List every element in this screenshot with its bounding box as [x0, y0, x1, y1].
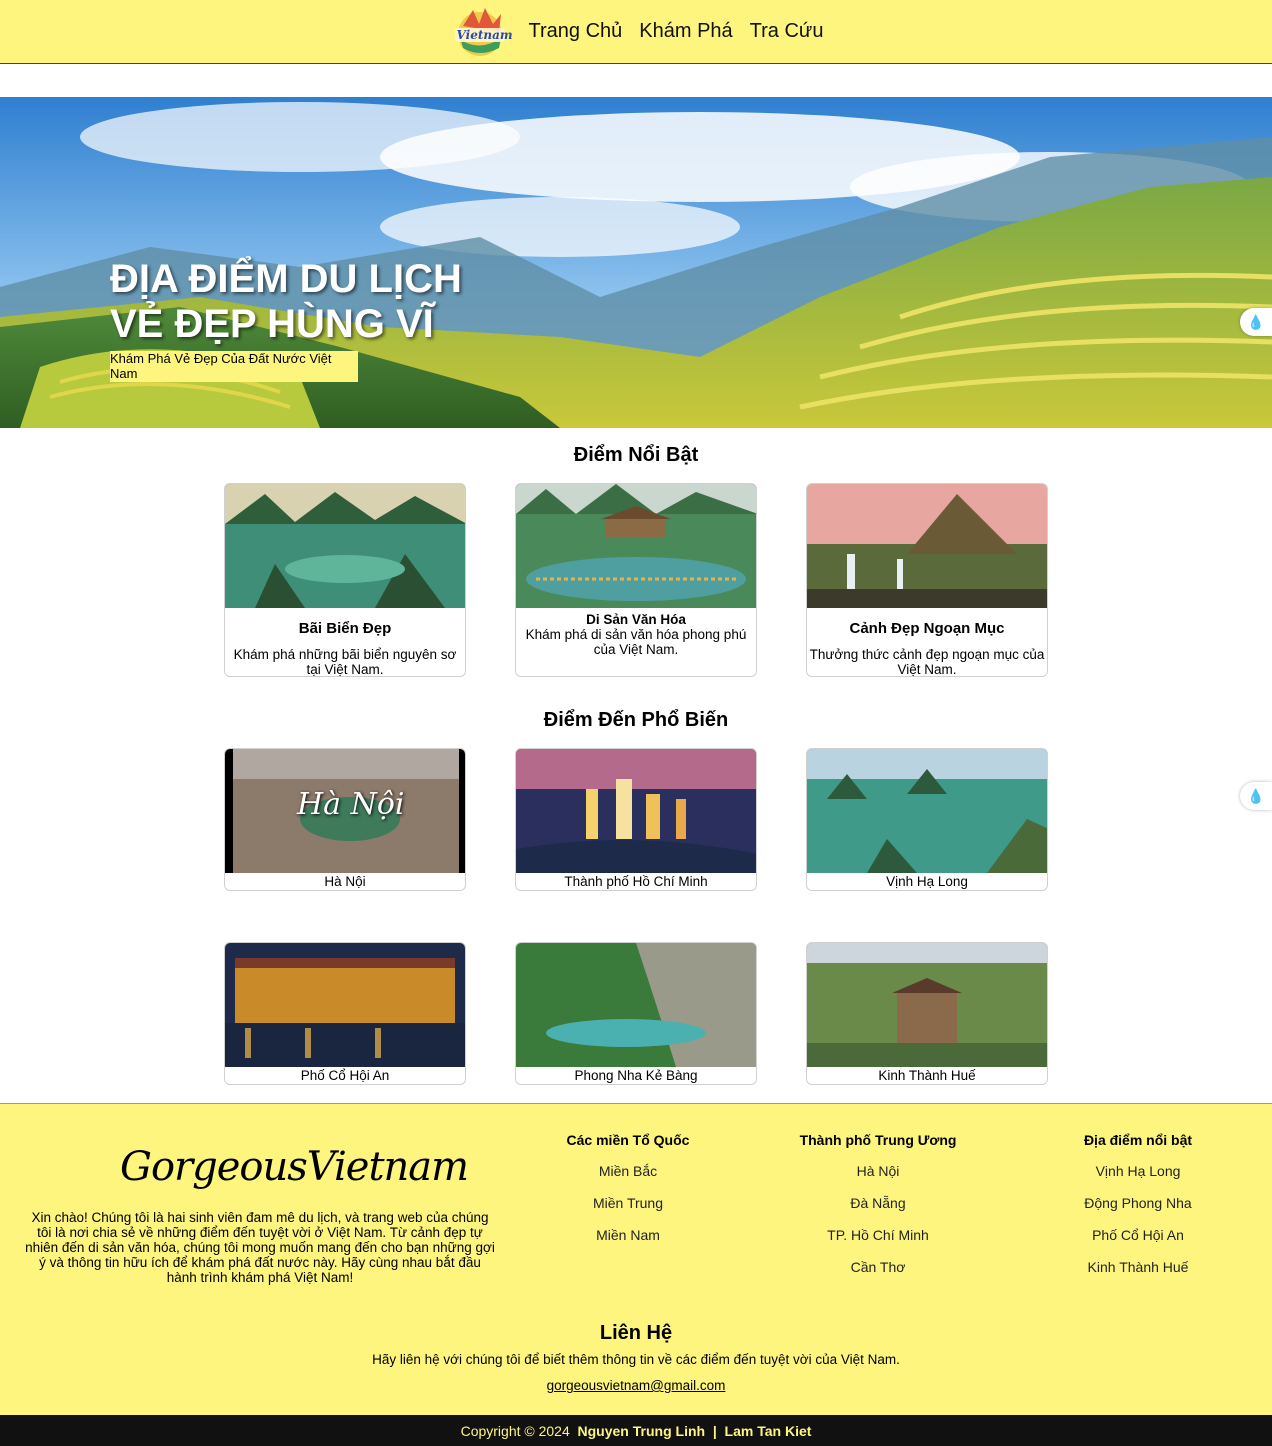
site-footer: GorgeousVietnam Xin chào! Chúng tôi là h… — [0, 1103, 1272, 1415]
destination-name: Hà Nội — [324, 874, 366, 889]
footer-link[interactable]: Cần Thơ — [778, 1259, 978, 1276]
footer-column-cities: Thành phố Trung Ương Hà Nội Đà Nẵng TP. … — [778, 1132, 978, 1291]
destination-card-halong[interactable]: Vịnh Hạ Long — [806, 748, 1048, 891]
card-image — [225, 484, 465, 608]
nav-lookup[interactable]: Tra Cứu — [750, 20, 824, 43]
card-description: Khám phá những bãi biển nguyên sơ tại Vi… — [233, 647, 457, 677]
destination-name: Vịnh Hạ Long — [886, 874, 968, 889]
card-image — [225, 943, 465, 1067]
footer-link[interactable]: Đà Nẵng — [778, 1195, 978, 1212]
card-image — [516, 943, 756, 1067]
footer-link[interactable]: Vịnh Hạ Long — [1038, 1163, 1238, 1180]
footer-link[interactable]: Miền Bắc — [528, 1163, 728, 1180]
card-image — [807, 484, 1047, 608]
hanoi-overlay-text: Hà Nội — [297, 787, 405, 822]
card-title: Cảnh Đẹp Ngoạn Mục — [849, 620, 1005, 637]
main-nav: Trang Chủ Khám Phá Tra Cứu — [529, 20, 824, 43]
card-description: Khám phá di sản văn hóa phong phú của Vi… — [525, 627, 747, 657]
droplet-sparkle-icon[interactable]: 💧 — [1240, 782, 1272, 810]
author-1: Nguyen Trung Linh — [577, 1422, 706, 1439]
highlight-card-heritage[interactable]: Di Sản Văn Hóa Khám phá di sản văn hóa p… — [515, 483, 757, 677]
author-2: Lam Tan Kiet — [724, 1422, 812, 1439]
destination-card-hcmc[interactable]: Thành phố Hồ Chí Minh — [515, 748, 757, 891]
footer-about: Xin chào! Chúng tôi là hai sinh viên đam… — [25, 1210, 495, 1285]
hero-banner: ĐỊA ĐIỂM DU LỊCH VẺ ĐẸP HÙNG VĨ Khám Phá… — [0, 97, 1272, 428]
card-description: Thưởng thức cảnh đẹp ngoạn mục của Việt … — [809, 647, 1045, 677]
site-header: Vietnam Trang Chủ Khám Phá Tra Cứu — [0, 0, 1272, 64]
footer-column-highlights: Địa điểm nổi bật Vịnh Hạ Long Động Phong… — [1038, 1132, 1238, 1291]
hero-title-line2: VẺ ĐẸP HÙNG VĨ — [110, 302, 434, 346]
footer-link[interactable]: Động Phong Nha — [1038, 1195, 1238, 1212]
site-logo[interactable]: Vietnam — [449, 4, 513, 60]
destination-card-hue[interactable]: Kinh Thành Huế — [806, 942, 1048, 1085]
destination-name: Phố Cổ Hội An — [300, 1068, 390, 1083]
destination-card-hanoi[interactable]: Hà Nội Hà Nội — [224, 748, 466, 891]
highlight-card-scenery[interactable]: Cảnh Đẹp Ngoạn Mục Thưởng thức cảnh đẹp … — [806, 483, 1048, 677]
footer-column-title: Các miền Tổ Quốc — [566, 1132, 690, 1148]
card-image — [516, 749, 756, 873]
footer-link[interactable]: Miền Trung — [528, 1195, 728, 1212]
footer-column-title: Thành phố Trung Ương — [799, 1132, 957, 1148]
footer-column-title: Địa điểm nổi bật — [1083, 1132, 1193, 1148]
footer-link[interactable]: Kinh Thành Huế — [1038, 1259, 1238, 1276]
separator: | — [712, 1422, 717, 1439]
card-image — [807, 749, 1047, 873]
contact-email: gorgeousvietnam@gmail.com — [0, 1378, 1272, 1393]
card-image — [516, 484, 756, 608]
footer-link[interactable]: Phố Cổ Hội An — [1038, 1227, 1238, 1244]
copyright-bar: Copyright © 2024 Nguyen Trung Linh | Lam… — [0, 1415, 1272, 1446]
popular-title: Điểm Đến Phổ Biến — [543, 709, 729, 731]
destination-name: Kinh Thành Huế — [878, 1068, 976, 1083]
highlight-card-beach[interactable]: Bãi Biển Đẹp Khám phá những bãi biển ngu… — [224, 483, 466, 677]
logo-text: Vietnam — [456, 27, 513, 42]
hero-title-line1: ĐỊA ĐIỂM DU LỊCH — [110, 257, 462, 301]
destination-card-hoian[interactable]: Phố Cổ Hội An — [224, 942, 466, 1085]
card-title: Bãi Biển Đẹp — [298, 620, 392, 637]
copyright-prefix: Copyright © 2024 — [460, 1422, 570, 1439]
destination-name: Thành phố Hồ Chí Minh — [564, 874, 708, 889]
footer-column-regions: Các miền Tổ Quốc Miền Bắc Miền Trung Miề… — [528, 1132, 728, 1259]
contact-text: Hãy liên hệ với chúng tôi để biết thêm t… — [372, 1352, 900, 1367]
footer-link[interactable]: TP. Hồ Chí Minh — [778, 1227, 978, 1244]
card-image: Hà Nội — [225, 749, 465, 873]
contact-title: Liên Hệ — [599, 1322, 673, 1344]
droplet-sparkle-icon[interactable]: 💧 — [1240, 308, 1272, 336]
destination-card-phongnha[interactable]: Phong Nha Kẻ Bàng — [515, 942, 757, 1085]
highlights-title: Điểm Nổi Bật — [573, 444, 699, 466]
nav-home[interactable]: Trang Chủ — [529, 20, 623, 43]
card-title: Di Sản Văn Hóa — [586, 612, 686, 627]
footer-brand: GorgeousVietnam — [120, 1144, 469, 1190]
hero-subtitle: Khám Phá Vẻ Đẹp Của Đất Nước Việt Nam — [110, 351, 358, 382]
nav-explore[interactable]: Khám Phá — [639, 20, 732, 43]
email-link[interactable]: gorgeousvietnam@gmail.com — [547, 1378, 726, 1393]
destination-name: Phong Nha Kẻ Bàng — [574, 1068, 698, 1083]
card-image — [807, 943, 1047, 1067]
footer-link[interactable]: Hà Nội — [778, 1163, 978, 1180]
hero-title: ĐỊA ĐIỂM DU LỊCH VẺ ĐẸP HÙNG VĨ — [110, 257, 630, 347]
footer-link[interactable]: Miền Nam — [528, 1227, 728, 1244]
